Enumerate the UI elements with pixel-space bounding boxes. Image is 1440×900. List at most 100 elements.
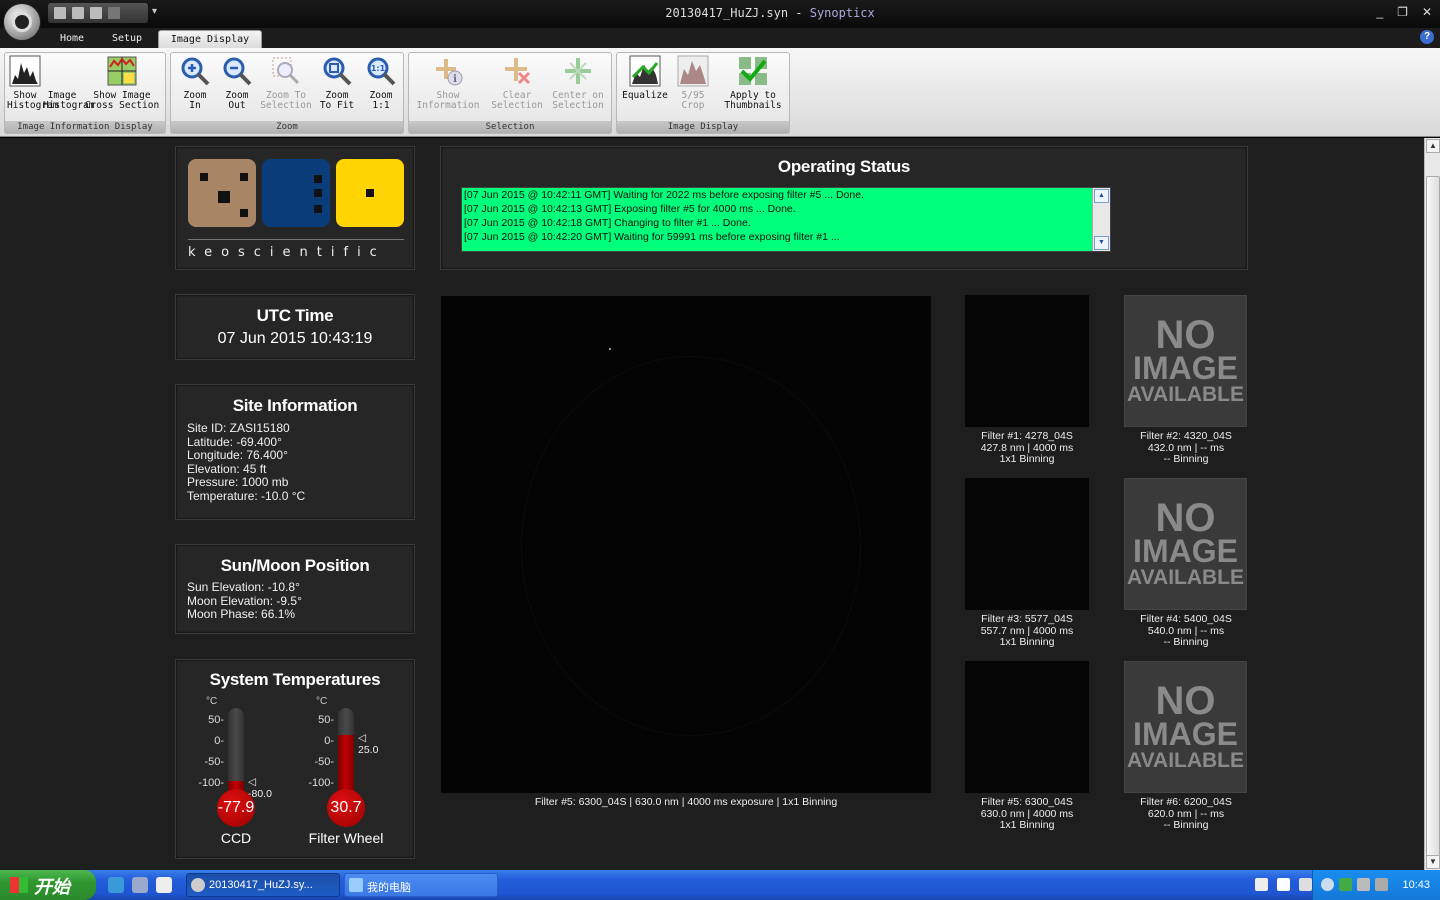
close-button[interactable]: ✕ (1422, 5, 1432, 19)
site-id: Site ID: ZASI15180 (187, 421, 290, 435)
scrollbar-thumb[interactable] (1426, 176, 1440, 866)
logo-square-brown (188, 159, 256, 227)
image-histogram-button[interactable]: Image Histogram (43, 55, 94, 111)
caption-line: Filter #5: 6300_04S (981, 796, 1073, 808)
thumbnail-caption: Filter #4: 5400_04S 540.0 nm | -- ms -- Bi… (1104, 613, 1268, 649)
zoom-fit-icon (323, 57, 352, 86)
zoom-1-1-button[interactable]: 1:1 Zoom 1:1 (361, 55, 401, 111)
tab-setup[interactable]: Setup (104, 30, 150, 48)
zoom-out-button[interactable]: Zoom Out (217, 55, 257, 111)
volume-icon[interactable] (1357, 878, 1370, 891)
ribbon: Show Histogram Image Histogram Show Image C… (0, 48, 1440, 137)
application-menu-button[interactable] (3, 3, 41, 41)
tab-image-display[interactable]: Image Display (158, 30, 262, 48)
zoom-in-button[interactable]: Zoom In (175, 55, 215, 111)
no-image-text: AVAILABLE (1126, 566, 1245, 589)
task-label: 20130417_HuZJ.sy... (209, 879, 313, 891)
filter-thumbnail-image[interactable] (965, 661, 1089, 793)
caption-line: 1x1 Binning (999, 453, 1055, 465)
thumbnail-caption: Filter #6: 6200_04S 620.0 nm | -- ms -- Bi… (1104, 796, 1268, 832)
moon-phase: Moon Phase: 66.1% (187, 607, 296, 621)
no-image-placeholder[interactable]: NO IMAGE AVAILABLE (1124, 478, 1247, 610)
logo-dot (218, 191, 230, 203)
taskbar-item-synopticx[interactable]: 20130417_HuZJ.sy... (186, 873, 340, 897)
input-tray-icon[interactable] (1299, 878, 1312, 891)
scroll-down-icon[interactable]: ▼ (1094, 236, 1109, 250)
logo-dot (200, 173, 208, 181)
tab-home[interactable]: Home (52, 30, 92, 48)
filter-wheel-label: Filter Wheel (308, 830, 384, 846)
log-line: [07 Jun 2015 @ 10:42:13 GMT] Exposing fi… (464, 203, 796, 215)
sun-moon-panel: Sun/Moon Position Sun Elevation: -10.8° … (175, 544, 415, 634)
ccd-setpoint: ◁ -80.0 (248, 775, 272, 800)
filter-wheel-setpoint: ◁ 25.0 (358, 731, 379, 756)
group-label: Image Display (617, 121, 789, 133)
show-image-cross-section-button[interactable]: Show Image Cross Section (81, 55, 163, 111)
log-scrollbar[interactable]: ▲ ▼ (1092, 188, 1110, 251)
restore-button[interactable]: ❐ (1397, 5, 1408, 19)
system-temperatures-title: System Temperatures (209, 670, 381, 689)
operating-status-title: Operating Status (777, 157, 911, 176)
svg-text:1:1: 1:1 (371, 64, 386, 73)
no-image-placeholder[interactable]: NO IMAGE AVAILABLE (1124, 295, 1247, 427)
thumbnail-caption: Filter #2: 4320_04S 432.0 nm | -- ms -- Bi… (1104, 430, 1268, 466)
site-information-panel: Site Information Site ID: ZASI15180 Lati… (175, 384, 415, 520)
zoom-to-selection-button[interactable]: Zoom To Selection (259, 55, 313, 111)
explorer-icon[interactable] (132, 877, 148, 893)
operating-status-panel: Operating Status [07 Jun 2015 @ 10:42:11… (440, 146, 1248, 270)
apply-to-thumbnails-button[interactable]: Apply to Thumbnails (717, 55, 789, 111)
caption-line: 1x1 Binning (999, 636, 1055, 648)
button-label: Information (416, 100, 480, 111)
help-icon[interactable]: ? (1420, 30, 1434, 44)
safely-remove-icon[interactable] (1375, 878, 1388, 891)
utc-time-value: 07 Jun 2015 10:43:19 (217, 330, 373, 347)
logo-dot (314, 189, 322, 197)
network-icon[interactable] (156, 877, 172, 893)
filter-thumbnail-image[interactable] (965, 295, 1089, 427)
taskbar-item-my-computer[interactable]: 我的电脑 (344, 873, 498, 897)
crop-5-95-button[interactable]: 5/95 Crop (673, 55, 713, 111)
tick-label: -100- (308, 777, 334, 789)
start-button[interactable]: 开始 (0, 870, 96, 900)
status-log[interactable]: [07 Jun 2015 @ 10:42:11 GMT] Waiting for… (461, 187, 1111, 252)
equalize-button[interactable]: Equalize (619, 55, 671, 101)
button-label: Equalize (622, 90, 668, 101)
taskbar: 开始 20130417_HuZJ.sy... 我的电脑 10:43 (0, 870, 1440, 900)
main-scrollbar[interactable]: ▲ ▼ (1424, 138, 1440, 870)
log-line: [07 Jun 2015 @ 10:42:11 GMT] Waiting for… (464, 189, 864, 201)
zoom-to-fit-button[interactable]: Zoom To Fit (315, 55, 359, 111)
caption-line: Filter #6: 6200_04S (1140, 796, 1232, 808)
network-tray-icon[interactable] (1339, 878, 1352, 891)
scroll-up-icon[interactable]: ▲ (1426, 139, 1440, 153)
filter-thumbnail-image[interactable] (965, 478, 1089, 610)
main-image-caption: Filter #5: 6300_04S | 630.0 nm | 4000 ms… (534, 796, 838, 808)
logo-divider (188, 239, 404, 240)
button-label: In (189, 100, 201, 111)
show-information-button[interactable]: i Show Information (411, 55, 485, 111)
scroll-up-icon[interactable]: ▲ (1094, 189, 1109, 203)
no-image-text: IMAGE (1133, 716, 1238, 752)
clear-selection-button[interactable]: Clear Selection (489, 55, 545, 111)
minimize-button[interactable]: _ (1376, 5, 1383, 19)
keyboard-icon[interactable] (1255, 878, 1268, 891)
logo-dot (366, 189, 374, 197)
show-hidden-icons-icon[interactable] (1321, 878, 1334, 891)
tick-label: 0- (214, 735, 224, 747)
main-sky-image[interactable] (441, 296, 931, 793)
title-bar: ▾ 20130417_HuZJ.syn - Synopticx _ ❐ ✕ (0, 0, 1440, 28)
scroll-down-icon[interactable]: ▼ (1426, 855, 1440, 869)
thumbnail-caption: Filter #1: 4278_04S 427.8 nm | 4000 ms 1x1… (945, 430, 1109, 466)
no-image-text: NO (1155, 679, 1216, 723)
zoom-out-icon (223, 57, 252, 86)
utc-time-title: UTC Time (256, 306, 334, 325)
no-image-text: AVAILABLE (1126, 383, 1245, 406)
center-on-selection-button[interactable]: Center on Selection (547, 55, 609, 111)
show-histogram-button[interactable]: Show Histogram (7, 55, 58, 111)
no-image-placeholder[interactable]: NO IMAGE AVAILABLE (1124, 661, 1247, 793)
caption-line: -- Binning (1163, 819, 1209, 831)
site-latitude: Latitude: -69.400° (187, 434, 282, 449)
ie-icon[interactable] (108, 877, 124, 893)
help-tray-icon[interactable] (1277, 878, 1290, 891)
clock: 10:43 (1402, 879, 1430, 891)
cross-section-icon (107, 56, 137, 86)
